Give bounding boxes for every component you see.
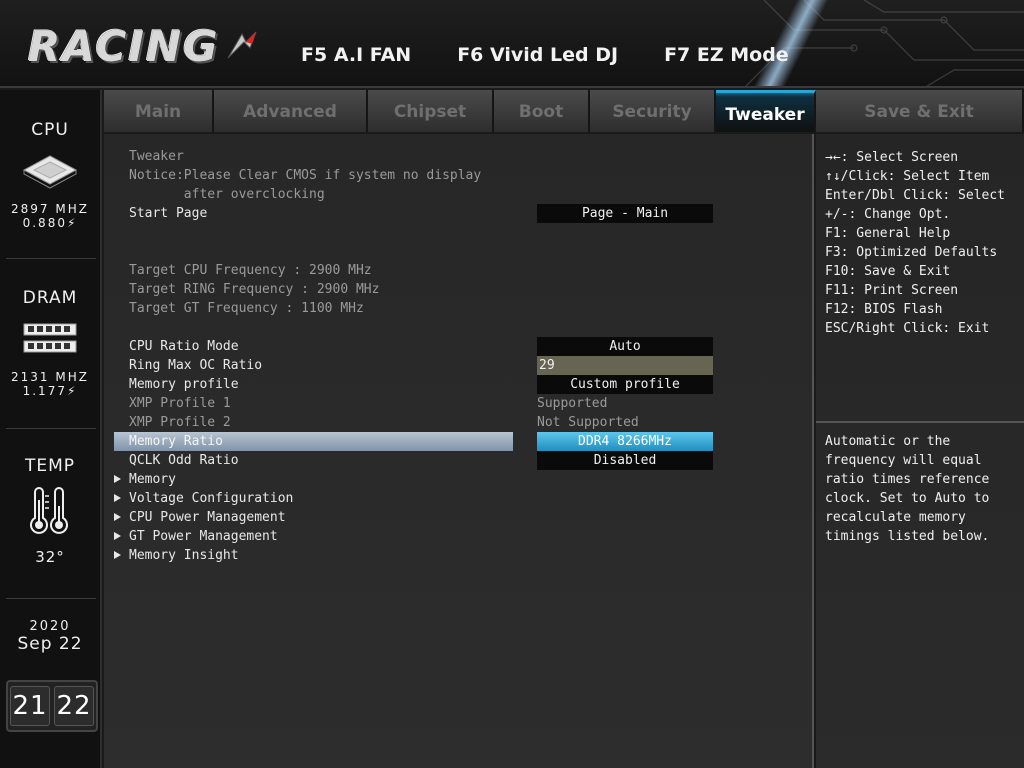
hotkey-bar: F5 A.I FAN F6 Vivid Led DJ F7 EZ Mode bbox=[301, 44, 789, 66]
qclk-odd-ratio-row[interactable]: QCLK Odd Ratio Disabled bbox=[104, 451, 814, 470]
dram-info: DRAM 2131 MHZ 1.177⚡ bbox=[0, 288, 100, 398]
date-year: 2020 bbox=[29, 619, 71, 634]
hotkey-ez-mode[interactable]: F7 EZ Mode bbox=[664, 44, 789, 66]
memory-ratio-value[interactable]: DDR4 8266MHz bbox=[537, 432, 713, 451]
submenu-arrow-icon bbox=[114, 494, 121, 502]
submenu-cpu-power-management[interactable]: CPU Power Management bbox=[104, 508, 814, 527]
notice-row: after overclocking bbox=[104, 185, 814, 204]
xmp-profile-1-row: XMP Profile 1 Supported bbox=[104, 394, 814, 413]
tab-chipset[interactable]: Chipset bbox=[368, 90, 494, 132]
info-row: Target CPU Frequency : 2900 MHz bbox=[104, 261, 814, 280]
dram-title: DRAM bbox=[22, 288, 78, 308]
cpu-title: CPU bbox=[31, 120, 69, 140]
cpu-info: CPU 2897 MHZ 0.880⚡ bbox=[0, 120, 100, 230]
cpu-ratio-mode-value[interactable]: Auto bbox=[537, 337, 713, 356]
info-row: Target GT Frequency : 1100 MHz bbox=[104, 299, 814, 318]
brand-logo: RACING bbox=[28, 20, 260, 72]
submenu-label: Memory bbox=[129, 472, 176, 487]
dram-frequency: 2131 MHZ bbox=[11, 370, 89, 384]
submenu-gt-power-management[interactable]: GT Power Management bbox=[104, 527, 814, 546]
setting-label: Memory Ratio bbox=[129, 434, 223, 449]
tab-advanced[interactable]: Advanced bbox=[214, 90, 368, 132]
divider bbox=[6, 258, 96, 259]
thermometer-icon bbox=[30, 487, 68, 534]
memory-module-icon bbox=[23, 323, 77, 353]
setting-label: Memory profile bbox=[129, 377, 239, 392]
ring-max-oc-ratio-input[interactable]: 29 bbox=[537, 356, 713, 375]
temperature-value: 32° bbox=[35, 548, 65, 566]
qclk-odd-ratio-value[interactable]: Disabled bbox=[537, 451, 713, 470]
target-gt-frequency: Target GT Frequency : 1100 MHz bbox=[129, 301, 364, 316]
setting-label: CPU Ratio Mode bbox=[129, 339, 239, 354]
section-title: Tweaker bbox=[129, 149, 184, 164]
submenu-memory-insight[interactable]: Memory Insight bbox=[104, 546, 814, 565]
divider bbox=[816, 421, 1024, 423]
submenu-arrow-icon bbox=[114, 513, 121, 521]
clock: 21 22 bbox=[6, 680, 98, 732]
key-help-list: →←: Select Screen ↑↓/Click: Select Item … bbox=[825, 150, 1006, 336]
setting-label: QCLK Odd Ratio bbox=[129, 453, 239, 468]
hotkey-ai-fan[interactable]: F5 A.I FAN bbox=[301, 44, 411, 66]
tab-bar: Main Advanced Chipset Boot Security Twea… bbox=[104, 90, 1024, 132]
ring-max-oc-ratio-row[interactable]: Ring Max OC Ratio 29 bbox=[104, 356, 814, 375]
cpu-ratio-mode-row[interactable]: CPU Ratio Mode Auto bbox=[104, 337, 814, 356]
xmp-profile-2-row: XMP Profile 2 Not Supported bbox=[104, 413, 814, 432]
setting-label: XMP Profile 1 bbox=[129, 396, 231, 411]
settings-panel: Tweaker Notice:Please Clear CMOS if syst… bbox=[104, 134, 814, 768]
tab-save-exit[interactable]: Save & Exit bbox=[816, 90, 1024, 132]
setting-label: XMP Profile 2 bbox=[129, 415, 231, 430]
section-title-row: Tweaker bbox=[104, 147, 814, 166]
xmp-profile-1-value: Supported bbox=[537, 396, 608, 411]
target-cpu-frequency: Target CPU Frequency : 2900 MHz bbox=[129, 263, 372, 278]
submenu-memory[interactable]: Memory bbox=[104, 470, 814, 489]
dram-voltage: 1.177⚡ bbox=[22, 384, 78, 398]
start-page-value[interactable]: Page - Main bbox=[537, 204, 713, 223]
date-month-day: Sep 22 bbox=[17, 634, 83, 654]
system-info-panel: CPU 2897 MHZ 0.880⚡ DRAM 2131 MHZ 1.177⚡… bbox=[0, 90, 102, 768]
cpu-voltage: 0.880⚡ bbox=[22, 216, 78, 230]
tab-security[interactable]: Security bbox=[590, 90, 716, 132]
submenu-voltage-configuration[interactable]: Voltage Configuration bbox=[104, 489, 814, 508]
submenu-label: Memory Insight bbox=[129, 548, 239, 563]
submenu-label: CPU Power Management bbox=[129, 510, 286, 525]
memory-profile-value[interactable]: Custom profile bbox=[537, 375, 713, 394]
cpu-chip-icon bbox=[22, 155, 78, 189]
tab-tweaker[interactable]: Tweaker bbox=[716, 90, 816, 132]
submenu-arrow-icon bbox=[114, 475, 121, 483]
divider bbox=[6, 598, 96, 599]
target-ring-frequency: Target RING Frequency : 2900 MHz bbox=[129, 282, 380, 297]
temp-info: TEMP 32° bbox=[0, 456, 100, 566]
start-page-row[interactable]: Start Page Page - Main bbox=[104, 204, 814, 223]
cpu-frequency: 2897 MHZ bbox=[11, 202, 89, 216]
setting-label: Start Page bbox=[129, 206, 208, 221]
temp-title: TEMP bbox=[24, 456, 76, 476]
tab-main[interactable]: Main bbox=[104, 90, 214, 132]
xmp-profile-2-value: Not Supported bbox=[537, 415, 639, 430]
memory-ratio-row[interactable]: Memory Ratio DDR4 8266MHz bbox=[104, 432, 814, 451]
clock-minute: 22 bbox=[54, 686, 94, 726]
submenu-label: Voltage Configuration bbox=[129, 491, 294, 506]
tab-boot[interactable]: Boot bbox=[494, 90, 590, 132]
help-panel: →←: Select Screen ↑↓/Click: Select Item … bbox=[816, 134, 1024, 768]
submenu-arrow-icon bbox=[114, 551, 121, 559]
header: RACING F5 A.I FAN F6 Vivid Led DJ F7 EZ … bbox=[0, 0, 1024, 88]
memory-profile-row[interactable]: Memory profile Custom profile bbox=[104, 375, 814, 394]
divider bbox=[6, 428, 96, 429]
submenu-label: GT Power Management bbox=[129, 529, 278, 544]
clock-hour: 21 bbox=[10, 686, 50, 726]
date-info: 2020 Sep 22 bbox=[0, 619, 100, 655]
submenu-arrow-icon bbox=[114, 532, 121, 540]
logo-text: RACING bbox=[28, 21, 220, 71]
info-row: Target RING Frequency : 2900 MHz bbox=[104, 280, 814, 299]
notice-text: Notice:Please Clear CMOS if system no di… bbox=[129, 168, 482, 183]
logo-badge-icon bbox=[227, 31, 257, 59]
hotkey-vivid-led-dj[interactable]: F6 Vivid Led DJ bbox=[457, 44, 618, 66]
notice-text-continued: after overclocking bbox=[129, 187, 325, 202]
notice-row: Notice:Please Clear CMOS if system no di… bbox=[104, 166, 814, 185]
setting-label: Ring Max OC Ratio bbox=[129, 358, 263, 373]
item-help-description: Automatic or the frequency will equal ra… bbox=[825, 434, 990, 544]
